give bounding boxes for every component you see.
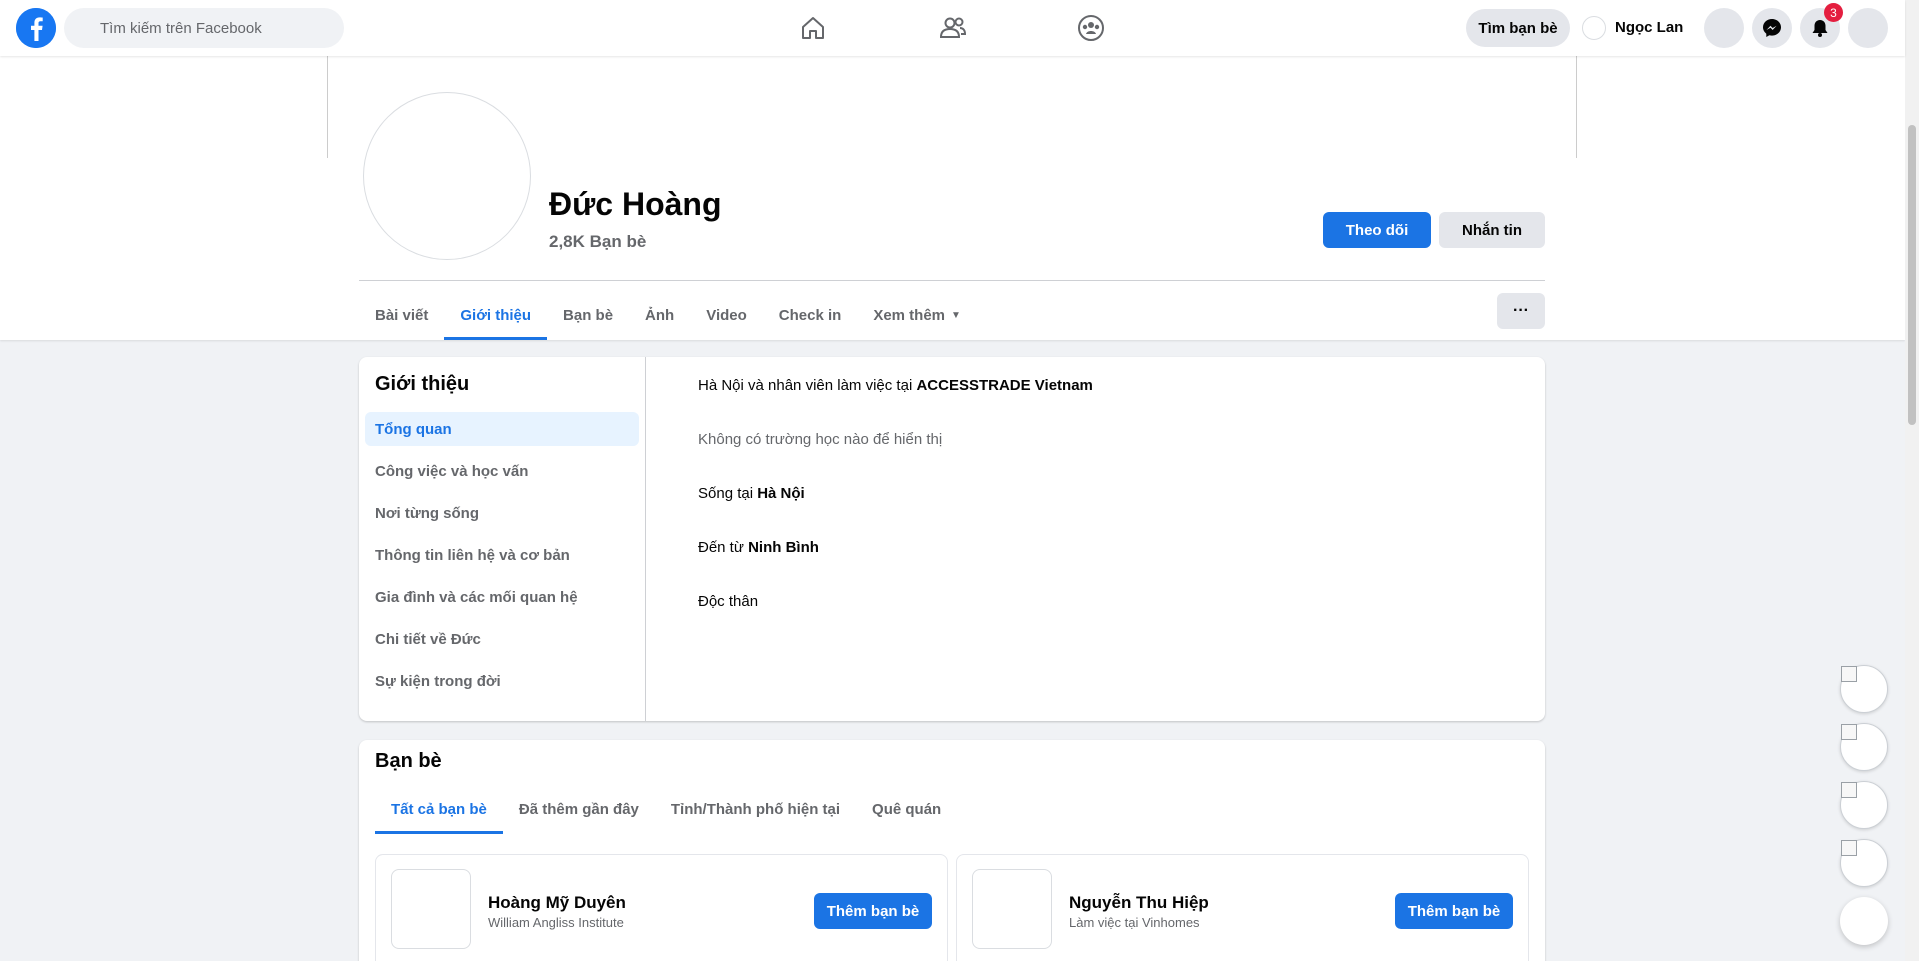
user-name-link[interactable]: Ngọc Lan (1615, 19, 1683, 36)
top-navigation-bar: Tìm bạn bè Ngọc Lan 3 (0, 0, 1905, 56)
profile-tabs: Bài viết Giới thiệu Bạn bè Ảnh Video Che… (359, 290, 977, 340)
about-work-item: Hà Nội và nhân viên làm việc tại ACCESST… (698, 377, 1093, 394)
more-options-button[interactable]: ··· (1497, 293, 1545, 329)
profile-header: Đức Hoàng 2,8K Bạn bè Theo dõi Nhắn tin … (0, 56, 1905, 340)
friends-tab-all[interactable]: Tất cả bạn bè (375, 784, 503, 834)
about-from-city-link[interactable]: Ninh Bình (748, 539, 819, 556)
add-friend-button[interactable]: Thêm bạn bè (1395, 893, 1513, 929)
cover-photo-edge-right (1576, 56, 1577, 158)
tab-posts[interactable]: Bài viết (359, 290, 444, 340)
about-lives-city-link[interactable]: Hà Nội (757, 485, 805, 502)
tab-friends[interactable]: Bạn bè (547, 290, 629, 340)
about-title: Giới thiệu (375, 373, 470, 395)
notifications-icon[interactable]: 3 (1800, 3, 1843, 48)
friends-tab-recent[interactable]: Đã thêm gần đây (503, 784, 655, 834)
about-lives-item: Sống tại Hà Nội (698, 485, 805, 502)
about-work-company-link[interactable]: ACCESSTRADE Vietnam (916, 377, 1092, 394)
broken-image-icon (1841, 840, 1857, 856)
friend-card: Hoàng Mỹ Duyên William Angliss Institute… (375, 854, 948, 961)
about-menu-details[interactable]: Chi tiết về Đức (365, 622, 639, 656)
follow-button-label: Theo dõi (1345, 221, 1409, 239)
friend-name-link[interactable]: Hoàng Mỹ Duyên (488, 893, 626, 913)
about-lives-prefix: Sống tại (698, 485, 754, 502)
groups-icon[interactable] (1075, 12, 1107, 44)
about-school-item: Không có trường học nào để hiển thị (698, 431, 943, 448)
tab-see-more-label: Xem thêm (873, 306, 946, 324)
cover-photo-edge-left (327, 56, 328, 158)
caret-down-icon: ▼ (951, 309, 961, 321)
home-icon[interactable] (797, 12, 829, 44)
friend-name-link[interactable]: Nguyễn Thu Hiệp (1069, 893, 1209, 913)
facebook-logo-icon[interactable] (16, 8, 56, 48)
about-menu-overview[interactable]: Tổng quan (365, 412, 639, 446)
friend-subtitle: Làm việc tại Vinhomes (1069, 915, 1200, 930)
friend-card: Nguyễn Thu Hiệp Làm việc tại Vinhomes Th… (956, 854, 1529, 961)
friend-photo[interactable] (972, 869, 1052, 949)
chat-head[interactable] (1840, 723, 1888, 771)
page-scrollbar[interactable] (1905, 0, 1919, 961)
tab-photos[interactable]: Ảnh (629, 290, 690, 340)
search-box[interactable] (64, 8, 344, 48)
scrollbar-thumb[interactable] (1908, 125, 1916, 425)
tab-videos[interactable]: Video (690, 290, 763, 340)
message-button-label: Nhắn tin (1462, 221, 1522, 239)
account-avatar-button[interactable] (1848, 8, 1888, 48)
broken-image-icon (1841, 724, 1857, 740)
friend-count-link[interactable]: 2,8K Bạn bè (549, 232, 646, 252)
about-from-item: Đến từ Ninh Bình (698, 539, 819, 556)
friends-tab-current-city[interactable]: Tỉnh/Thành phố hiện tại (655, 784, 856, 834)
about-menu-places-lived[interactable]: Nơi từng sống (365, 496, 639, 530)
about-menu-life-events[interactable]: Sự kiện trong đời (365, 664, 639, 698)
chat-head[interactable] (1840, 781, 1888, 829)
message-button[interactable]: Nhắn tin (1439, 212, 1545, 248)
tab-check-ins[interactable]: Check in (763, 290, 858, 340)
notification-badge: 3 (1824, 3, 1843, 22)
friends-tabs: Tất cả bạn bè Đã thêm gần đây Tỉnh/Thành… (375, 784, 957, 834)
friends-card: Bạn bè Tất cả bạn bè Đã thêm gần đây Tỉn… (359, 740, 1545, 961)
friends-icon[interactable] (937, 12, 969, 44)
broken-image-icon (1841, 666, 1857, 682)
add-friend-button[interactable]: Thêm bạn bè (814, 893, 932, 929)
chat-head[interactable] (1840, 665, 1888, 713)
friends-tab-hometown[interactable]: Quê quán (856, 784, 957, 834)
follow-button[interactable]: Theo dõi (1323, 212, 1431, 248)
about-card: Giới thiệu Tổng quan Công việc và học vấ… (359, 357, 1545, 721)
header-divider (359, 280, 1545, 281)
about-menu-work-education[interactable]: Công việc và học vấn (365, 454, 639, 488)
about-work-prefix: Hà Nội và nhân viên làm việc tại (698, 377, 913, 394)
search-input[interactable] (100, 19, 320, 37)
tab-about[interactable]: Giới thiệu (444, 290, 547, 340)
profile-name: Đức Hoàng (549, 186, 722, 222)
friend-photo[interactable] (391, 869, 471, 949)
user-avatar[interactable] (1582, 16, 1606, 40)
about-sidebar: Giới thiệu Tổng quan Công việc và học vấ… (359, 357, 646, 721)
about-from-prefix: Đến từ (698, 539, 744, 556)
about-relationship-item: Độc thân (698, 593, 759, 610)
menu-button[interactable] (1704, 8, 1744, 48)
friend-subtitle: William Angliss Institute (488, 915, 624, 930)
broken-image-icon (1841, 782, 1857, 798)
new-message-button[interactable] (1840, 897, 1888, 945)
about-menu-contact-info[interactable]: Thông tin liên hệ và cơ bản (365, 538, 639, 572)
about-menu-family[interactable]: Gia đình và các mối quan hệ (365, 580, 639, 614)
tab-see-more[interactable]: Xem thêm ▼ (857, 290, 977, 340)
friends-title[interactable]: Bạn bè (375, 750, 442, 773)
messenger-icon[interactable] (1752, 8, 1792, 48)
chat-head[interactable] (1840, 839, 1888, 887)
profile-picture[interactable] (363, 92, 531, 260)
find-friends-button[interactable]: Tìm bạn bè (1466, 9, 1570, 47)
